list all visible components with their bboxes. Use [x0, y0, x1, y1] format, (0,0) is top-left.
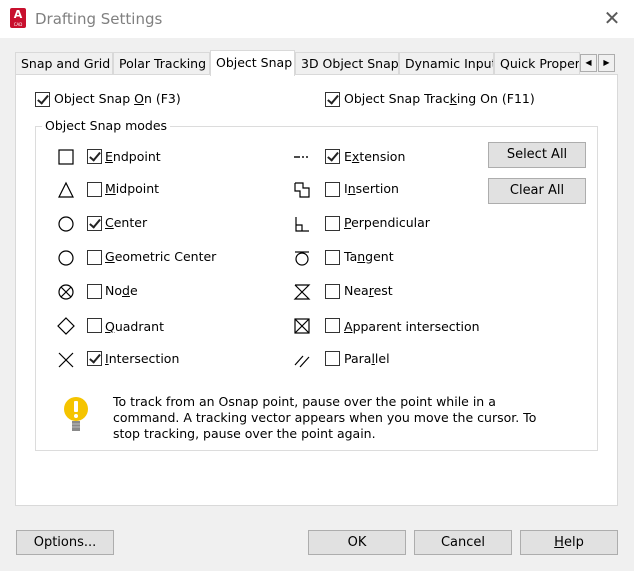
- nearest-marker-icon: [293, 284, 311, 300]
- osnap-on-label: Object Snap On (F3): [54, 91, 181, 106]
- select-all-button[interactable]: Select All: [488, 142, 586, 168]
- tab-object-snap[interactable]: Object Snap: [210, 50, 295, 76]
- node-label: Node: [105, 283, 138, 298]
- tab-3d-object-snap[interactable]: 3D Object Snap: [295, 52, 399, 75]
- lightbulb-icon: [64, 397, 88, 431]
- apparent-intersection-marker-icon: [294, 318, 310, 334]
- quadrant-label: Quadrant: [105, 319, 164, 334]
- nearest-checkbox[interactable]: [325, 284, 340, 299]
- center-checkbox[interactable]: [87, 216, 102, 231]
- clear-all-button[interactable]: Clear All: [488, 178, 586, 204]
- close-icon[interactable]: ✕: [596, 4, 628, 32]
- parallel-checkbox[interactable]: [325, 351, 340, 366]
- insertion-label: Insertion: [344, 181, 399, 196]
- apparent-intersection-label: Apparent intersection: [344, 319, 480, 334]
- perpendicular-checkbox[interactable]: [325, 216, 340, 231]
- node-marker-icon: [58, 284, 74, 300]
- endpoint-label: Endpoint: [105, 149, 161, 164]
- tab-snap-and-grid[interactable]: Snap and Grid: [15, 52, 113, 75]
- tab-dynamic-input[interactable]: Dynamic Input: [399, 52, 494, 75]
- title-bar: A CAD Drafting Settings ✕: [0, 0, 634, 38]
- square-marker-icon: [58, 149, 74, 165]
- perpendicular-marker-icon: [295, 217, 309, 232]
- options-button[interactable]: Options...: [16, 530, 114, 555]
- quadrant-checkbox[interactable]: [87, 318, 102, 333]
- ok-button[interactable]: OK: [308, 530, 406, 555]
- geometric-center-checkbox[interactable]: [87, 250, 102, 265]
- node-checkbox[interactable]: [87, 284, 102, 299]
- app-icon: A CAD: [10, 8, 26, 28]
- object-snap-modes-title: Object Snap modes: [42, 118, 171, 133]
- triangle-marker-icon: [58, 181, 74, 198]
- tangent-marker-icon: [295, 251, 309, 266]
- perpendicular-label: Perpendicular: [344, 215, 430, 230]
- midpoint-checkbox[interactable]: [87, 182, 102, 197]
- tab-polar-tracking[interactable]: Polar Tracking: [113, 52, 210, 75]
- insertion-marker-icon: [294, 182, 310, 198]
- intersection-checkbox[interactable]: [87, 351, 102, 366]
- endpoint-checkbox[interactable]: [87, 149, 102, 164]
- help-button[interactable]: Help: [520, 530, 618, 555]
- insertion-checkbox[interactable]: [325, 182, 340, 197]
- parallel-marker-icon: [294, 355, 310, 368]
- intersection-label: Intersection: [105, 351, 180, 366]
- nearest-label: Nearest: [344, 283, 393, 298]
- midpoint-label: Midpoint: [105, 181, 160, 196]
- circle-marker-icon: [58, 216, 74, 232]
- cancel-button[interactable]: Cancel: [414, 530, 512, 555]
- extension-label: Extension: [344, 149, 406, 164]
- parallel-label: Parallel: [344, 351, 390, 366]
- tracking-hint-text: To track from an Osnap point, pause over…: [113, 394, 537, 441]
- app-icon-sub: CAD: [13, 22, 23, 27]
- geometric-center-label: Geometric Center: [105, 249, 217, 264]
- window-title: Drafting Settings: [35, 10, 163, 28]
- tangent-label: Tangent: [344, 249, 394, 264]
- circle-marker-icon: [58, 250, 74, 266]
- osnap-on-checkbox[interactable]: [35, 92, 50, 107]
- center-label: Center: [105, 215, 148, 230]
- tangent-checkbox[interactable]: [325, 250, 340, 265]
- apparent-intersection-checkbox[interactable]: [325, 318, 340, 333]
- tab-quick-properties[interactable]: Quick Propert: [494, 52, 580, 75]
- tracking-on-label: Object Snap Tracking On (F11): [344, 91, 535, 106]
- tracking-on-checkbox[interactable]: [325, 92, 340, 107]
- x-marker-icon: [58, 352, 74, 368]
- tab-scroll-right-icon[interactable]: ▶: [598, 54, 615, 72]
- extension-checkbox[interactable]: [325, 149, 340, 164]
- extension-marker-icon: [294, 156, 308, 158]
- app-icon-letter: A: [13, 8, 23, 21]
- diamond-marker-icon: [57, 317, 75, 335]
- tab-scroll-left-icon[interactable]: ◀: [580, 54, 597, 72]
